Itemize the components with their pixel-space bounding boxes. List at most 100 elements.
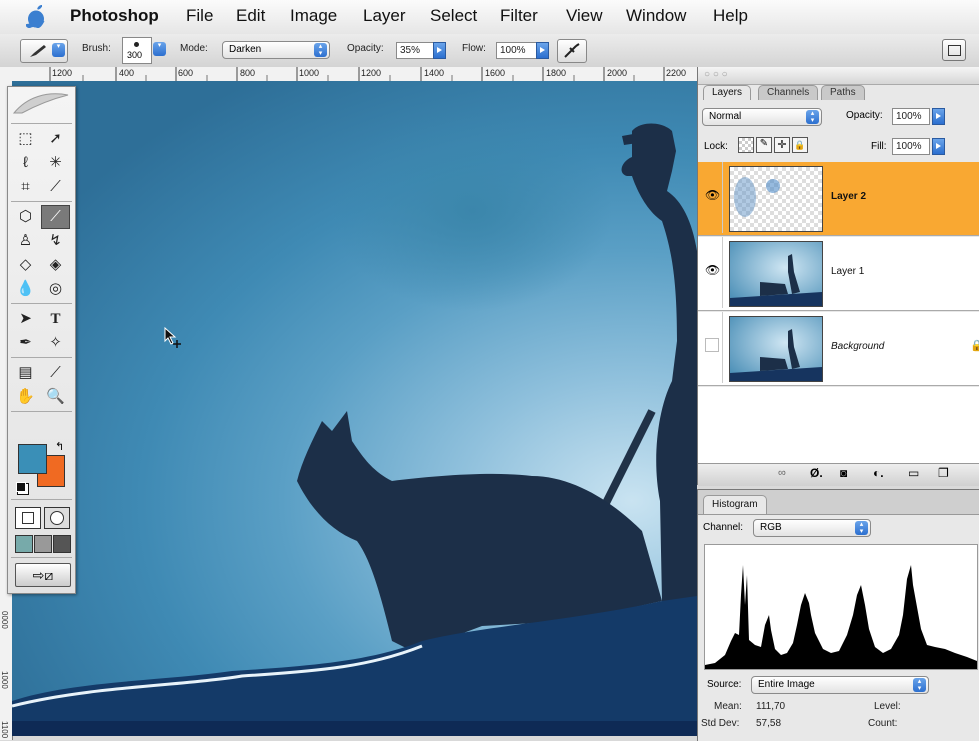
layer-thumbnail [729,316,823,382]
brush-label: Brush: [82,43,111,54]
healing-icon: ⬡ [18,208,33,225]
layer-opacity-field[interactable]: 100% [892,108,930,125]
default-colors-icon[interactable] [16,482,26,492]
visibility-off-icon [705,338,719,352]
lock-image-icon[interactable]: ✎ [756,137,772,153]
slice-tool[interactable]: ⟋ [41,175,70,199]
mode-select[interactable]: Darken ▴ ▾ [222,41,330,59]
type-tool[interactable]: T [41,307,70,331]
menu-image[interactable]: Image [290,6,337,26]
vruler-label: 1000 [0,671,9,689]
menu-file[interactable]: File [186,6,213,26]
apple-menu-icon[interactable] [26,4,48,28]
adjustment-layer-icon[interactable]: ◐. [873,466,884,480]
brush-tip-icon [134,42,139,47]
menu-help[interactable]: Help [713,6,748,26]
flow-slider-arrow-icon[interactable] [536,42,549,59]
layer-mask-icon[interactable]: ◙ [840,466,847,480]
dodge-tool[interactable]: ◎ [41,277,70,301]
link-icon[interactable]: ∞ [778,467,786,479]
palette-well-button[interactable] [942,39,966,61]
source-stepper-icon: ▴ ▾ [913,678,926,692]
lasso-tool[interactable]: ℓ [11,151,40,175]
layer-opacity-arrow-icon[interactable] [932,108,945,125]
airbrush-button[interactable] [557,39,587,63]
zoom-tool[interactable]: 🔍 [41,385,70,409]
tab-channels[interactable]: Channels [758,85,819,100]
new-layer-icon[interactable]: ❐ [938,466,949,480]
brush-dropdown-icon[interactable]: ▾ [153,42,166,56]
stamp-tool[interactable]: ♙ [11,229,40,253]
source-select[interactable]: Entire Image ▴ ▾ [751,676,929,694]
menu-select[interactable]: Select [430,6,477,26]
brush-tool[interactable]: ⟋ [41,205,70,229]
blend-mode-select[interactable]: Normal ▴ ▾ [702,108,822,126]
screen-mode-full-icon[interactable] [53,535,71,553]
shape-tool[interactable]: ✧ [41,331,70,355]
window-controls-icon[interactable]: ○ ○ ○ [704,69,728,80]
mean-label: Mean: [714,701,742,712]
screen-mode-standard-icon[interactable] [15,535,33,553]
pen-icon: ✒ [19,334,32,351]
menu-view[interactable]: View [566,6,603,26]
notes-tool[interactable]: ▤ [11,361,40,385]
marquee-tool[interactable]: ⬚ [11,127,40,151]
new-group-icon[interactable]: ▭ [908,466,919,480]
opacity-field[interactable]: 35% [396,42,434,59]
magic-wand-tool[interactable]: ✳ [41,151,70,175]
jump-to-imageready-button[interactable]: ⇨⧄ [15,563,71,587]
blur-icon: 💧 [16,280,35,297]
pen-tool[interactable]: ✒ [11,331,40,355]
opacity-slider-arrow-icon[interactable] [433,42,446,59]
foreground-color-swatch[interactable] [18,444,47,474]
paint-bucket-tool[interactable]: ◈ [41,253,70,277]
tab-histogram[interactable]: Histogram [703,495,767,514]
preset-dropdown-icon: ▾ [52,43,65,57]
lock-position-icon[interactable]: ✛ [774,137,790,153]
fill-arrow-icon[interactable] [932,138,945,155]
quick-mask-button[interactable] [44,507,70,529]
quick-mask-icon [50,511,64,525]
menu-edit[interactable]: Edit [236,6,265,26]
hand-tool[interactable]: ✋ [11,385,40,409]
app-name-menu[interactable]: Photoshop [70,6,159,26]
eraser-tool[interactable]: ◇ [11,253,40,277]
tab-layers[interactable]: Layers [703,85,752,100]
eyedropper-tool[interactable]: ⟋ [41,361,70,385]
layer-style-icon[interactable]: Ø. [810,466,823,480]
canvas-image [12,123,697,736]
healing-tool[interactable]: ⬡ [11,205,40,229]
layer-visibility-toggle[interactable] [700,312,723,383]
mode-value: Darken [229,44,262,55]
channel-select[interactable]: RGB ▴ ▾ [753,519,871,537]
swap-colors-icon[interactable]: ↰ [55,440,64,453]
palette-titlebar[interactable]: ○ ○ ○ [698,67,979,85]
document-canvas[interactable] [12,81,697,736]
screen-mode-menu-icon[interactable] [34,535,52,553]
layer-row-background[interactable]: Background 🔒 [698,312,979,386]
flow-field[interactable]: 100% [496,42,537,59]
tool-preset-picker[interactable]: ▾ [20,39,68,63]
move-cursor-icon [164,327,181,348]
layer-row-layer-2[interactable]: 👁 Layer 2 [698,162,979,236]
layer-visibility-toggle[interactable]: 👁 [700,162,723,233]
fill-field[interactable]: 100% [892,138,930,155]
layer-row-layer-1[interactable]: 👁 Layer 1 [698,237,979,311]
menu-window[interactable]: Window [626,6,686,26]
path-select-tool[interactable]: ➤ [11,307,40,331]
lock-transparency-icon[interactable] [738,137,754,153]
tab-paths[interactable]: Paths [821,85,865,100]
lock-all-icon[interactable]: 🔒 [792,137,808,153]
history-brush-tool[interactable]: ↯ [41,229,70,253]
blend-mode-stepper-icon: ▴ ▾ [806,110,819,124]
feather-logo-icon[interactable] [12,89,70,117]
menu-filter[interactable]: Filter [500,6,538,26]
layer-visibility-toggle[interactable]: 👁 [700,237,723,308]
crop-tool[interactable]: ⌗ [11,175,40,199]
menu-layer[interactable]: Layer [363,6,406,26]
blur-tool[interactable]: 💧 [11,277,40,301]
dodge-icon: ◎ [48,280,63,297]
move-tool[interactable]: ➚ [41,127,70,151]
brush-picker[interactable]: 300 [122,37,152,64]
standard-mode-button[interactable] [15,507,41,529]
